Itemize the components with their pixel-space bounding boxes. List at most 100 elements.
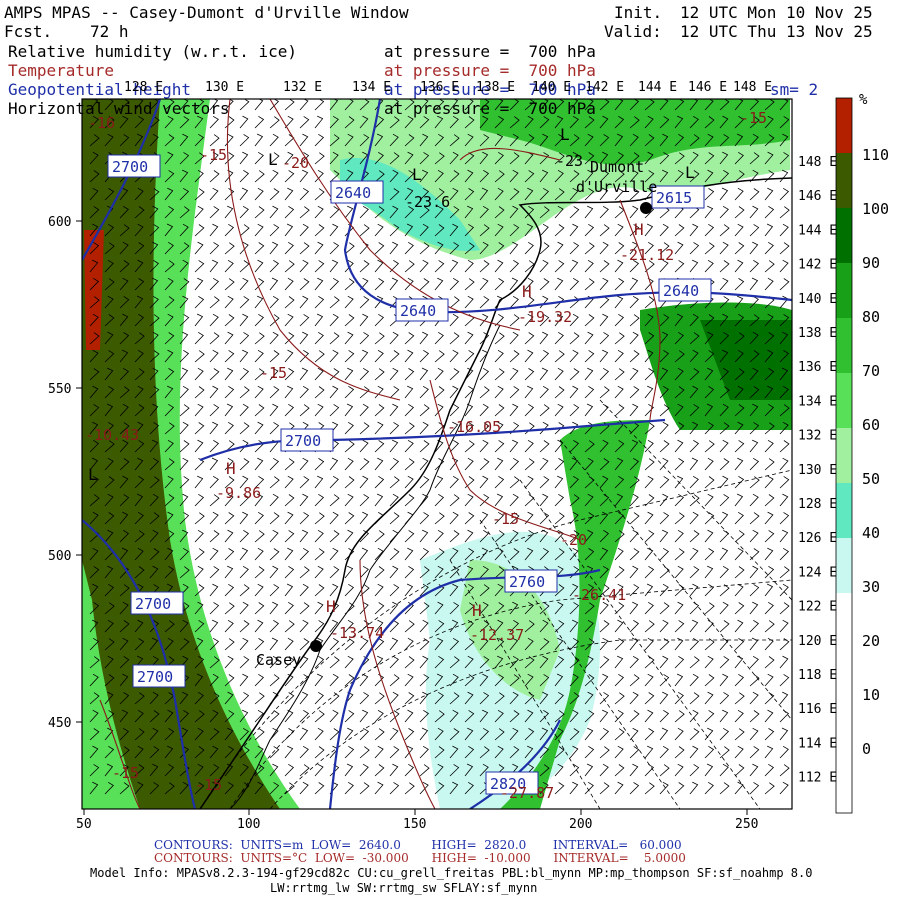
colorbar-label: 0 [862, 740, 871, 758]
extreme-value: -12.37 [470, 626, 524, 644]
colorbar-swatch [836, 318, 852, 373]
lon-label: 148 E [733, 80, 772, 95]
right-longitude-labels: 148 E 146 E 144 E 142 E 140 E 138 E 136 E 134 E… [798, 155, 837, 786]
lon-label-right: 140 E [798, 292, 837, 307]
extreme-value: -13.74 [330, 624, 384, 642]
y-tick-label: 550 [48, 382, 71, 397]
lon-label-right: 122 E [798, 600, 837, 615]
extreme-value: -10.43 [85, 426, 139, 444]
colorbar-label: 100 [862, 200, 889, 218]
extreme-value: -27.87 [500, 784, 554, 802]
temp-label: -15 [740, 109, 767, 127]
lon-label: 144 E [638, 80, 677, 95]
x-tick-label: 250 [735, 817, 758, 832]
colorbar-label: 80 [862, 308, 880, 326]
height-label: 2700 [135, 595, 171, 613]
lon-label-right: 112 E [798, 771, 837, 786]
lon-label-right: 136 E [798, 360, 837, 375]
colorbar-swatch [836, 483, 852, 538]
colorbar-label: 90 [862, 254, 880, 272]
extreme-value: -23.6 [405, 193, 450, 211]
height-label: 2615 [656, 189, 692, 207]
y-tick-label: 600 [48, 215, 71, 230]
height-label: 2700 [285, 432, 321, 450]
station-durville-label: d'Urville [576, 178, 657, 196]
low-marker: L [685, 163, 695, 182]
lon-label-right: 138 E [798, 326, 837, 341]
height-label: 2640 [335, 184, 371, 202]
lon-label-right: 116 E [798, 702, 837, 717]
lon-label: 138 E [476, 80, 515, 95]
lon-label-right: 142 E [798, 258, 837, 273]
map-plot-area: 2700 2640 2640 2640 2700 2700 2700 2760 … [82, 99, 792, 809]
colorbar-label: 110 [862, 146, 889, 164]
colorbar-swatch [836, 428, 852, 483]
extreme-value: -16.05 [447, 418, 501, 436]
lon-label: 130 E [205, 80, 244, 95]
height-label: 2700 [112, 158, 148, 176]
temp-label: -15 [195, 776, 222, 794]
colorbar-unit: % [859, 92, 868, 108]
height-label: 2640 [400, 302, 436, 320]
lon-label-right: 124 E [798, 565, 837, 580]
lon-label: 128 E [124, 80, 163, 95]
low-marker: L [560, 125, 570, 144]
lon-label-right: 130 E [798, 463, 837, 478]
footer-height-contours: CONTOURS: UNITS=m LOW= 2640.0 HIGH= 2820… [154, 838, 682, 852]
footer-model-info: Model Info: MPASv8.2.3-194-gf29cd82c CU:… [90, 866, 813, 880]
field-wind-level: at pressure = 700 hPa [384, 99, 596, 118]
lon-label: 146 E [688, 80, 727, 95]
station-dumont-durville-marker [640, 202, 652, 214]
lon-label-right: 132 E [798, 429, 837, 444]
lon-label-right: 144 E [798, 223, 837, 238]
extreme-value: -26.41 [572, 586, 626, 604]
lon-label: 132 E [283, 80, 322, 95]
colorbar-swatch [836, 263, 852, 318]
extreme-value: -23 [556, 152, 583, 170]
extreme-value: -19.32 [518, 308, 572, 326]
footer-model-physics: LW:rrtmg_lw SW:rrtmg_sw SFLAY:sf_mynn [270, 881, 538, 895]
lon-label-right: 134 E [798, 394, 837, 409]
y-axis: 600 550 500 450 [48, 215, 82, 731]
height-label: 2760 [509, 573, 545, 591]
x-tick-label: 50 [76, 817, 92, 832]
high-marker: H [326, 597, 336, 616]
low-marker: L [268, 150, 278, 169]
high-marker: H [634, 220, 644, 239]
temp-label: -20 [560, 531, 587, 549]
lon-label: 134 E [352, 80, 391, 95]
low-marker: L [412, 165, 422, 184]
lon-label-right: 118 E [798, 668, 837, 683]
colorbar-label: 60 [862, 416, 880, 434]
lon-label: 140 E [532, 80, 571, 95]
x-axis: 50 100 150 200 250 [76, 809, 758, 832]
temp-label: -15 [492, 510, 519, 528]
footer-temp-contours: CONTOURS: UNITS=°C LOW= -30.000 HIGH= -1… [154, 851, 686, 865]
colorbar-label: 30 [862, 578, 880, 596]
colorbar: % 1101009080706050403020100 [835, 92, 889, 814]
temp-label: -15 [112, 764, 139, 782]
lon-label-right: 148 E [798, 155, 837, 170]
colorbar-label: 50 [862, 470, 880, 488]
y-tick-label: 500 [48, 549, 71, 564]
lon-label-right: 146 E [798, 189, 837, 204]
x-tick-label: 100 [237, 817, 260, 832]
colorbar-label: 10 [862, 686, 880, 704]
colorbar-swatch [836, 98, 852, 153]
lon-label-right: 128 E [798, 497, 837, 512]
colorbar-label: 70 [862, 362, 880, 380]
map-canvas: 2700 2640 2640 2640 2700 2700 2700 2760 … [48, 80, 889, 832]
lon-label-right: 120 E [798, 634, 837, 649]
high-marker: H [472, 601, 482, 620]
high-marker: H [226, 459, 236, 478]
lon-label-right: 126 E [798, 531, 837, 546]
low-marker: L [88, 465, 98, 484]
top-longitude-labels: 128 E 130 E 132 E 134 E 136 E 138 E 140 … [124, 80, 772, 95]
x-tick-label: 200 [569, 817, 592, 832]
colorbar-label: 40 [862, 524, 880, 542]
temp-label: -15 [200, 146, 227, 164]
station-dumont-label: Dumont [590, 158, 644, 176]
colorbar-swatch [836, 208, 852, 263]
extreme-value: -9.86 [216, 484, 261, 502]
station-casey-label: Casey [256, 651, 301, 669]
